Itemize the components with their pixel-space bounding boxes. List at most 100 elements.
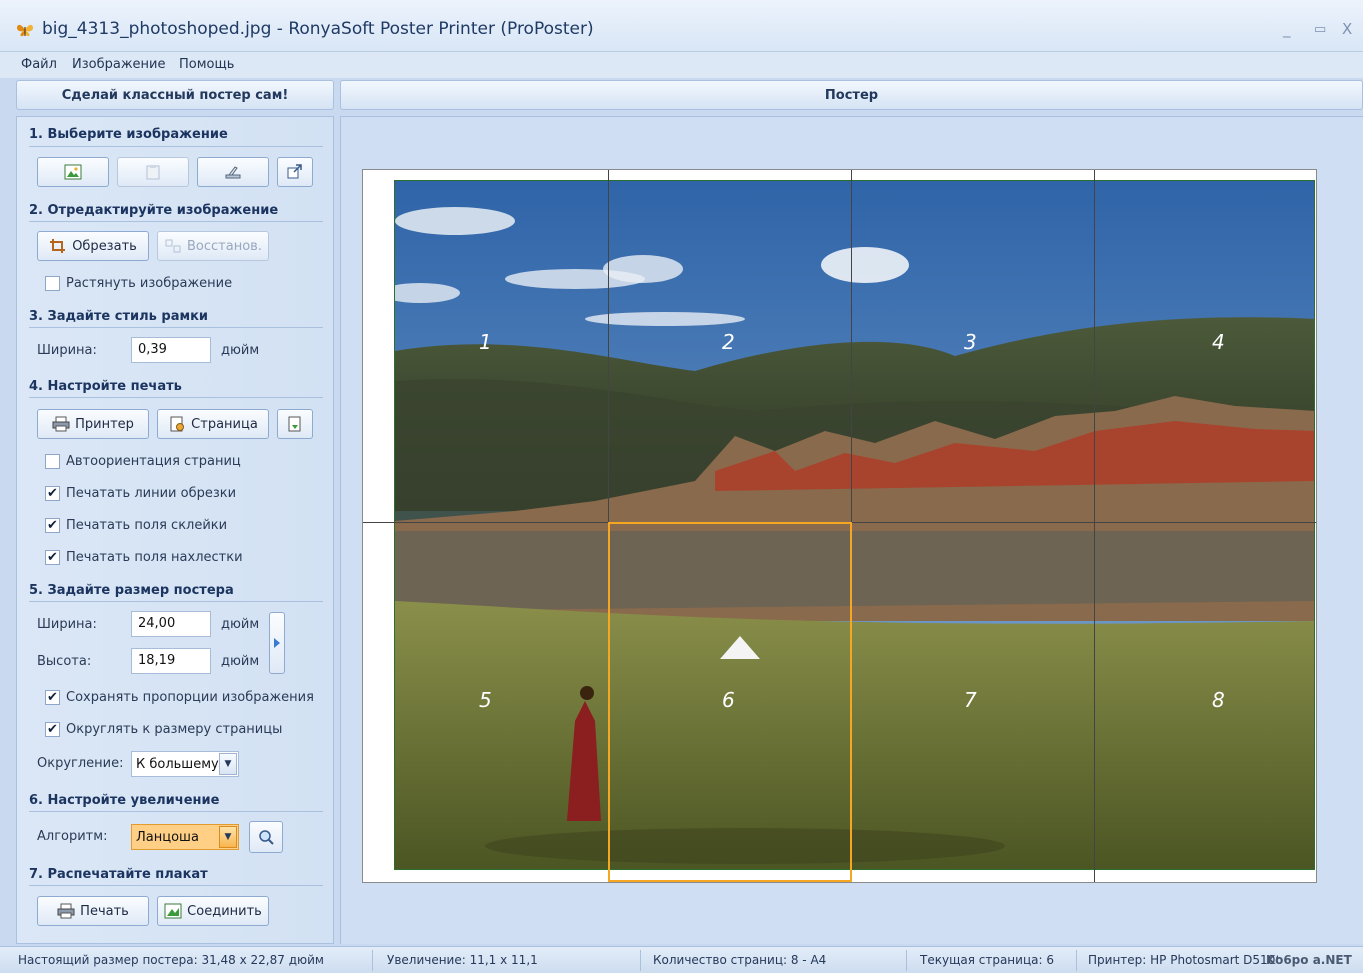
checkbox-box[interactable]: ✔ xyxy=(45,518,60,533)
status-zoom: Увеличение: 11,1 x 11,1 xyxy=(387,953,538,967)
menu-bar: Файл Изображение Помощь xyxy=(0,52,1363,78)
crop-button-label: Обрезать xyxy=(72,238,137,254)
status-page-count: Количество страниц: 8 - A4 xyxy=(653,953,827,967)
print-button[interactable]: Печать xyxy=(37,896,149,926)
divider xyxy=(1076,950,1077,971)
open-image-icon xyxy=(64,164,82,180)
print-cut-lines-checkbox[interactable]: ✔ Печатать линии обрезки xyxy=(45,486,236,501)
settings-panel: 1. Выберите изображение 2. Отредактируйт… xyxy=(16,116,334,944)
stretch-image-label: Растянуть изображение xyxy=(66,276,233,291)
menu-help[interactable]: Помощь xyxy=(179,57,234,72)
keep-proportions-checkbox[interactable]: ✔ Сохранять пропорции изображения xyxy=(45,690,314,705)
poster-width-label: Ширина: xyxy=(37,617,97,632)
divider xyxy=(640,950,641,971)
divider xyxy=(906,950,907,971)
title-bar: big_4313_photoshoped.jpg - RonyaSoft Pos… xyxy=(0,0,1363,52)
scan-image-button[interactable] xyxy=(197,157,269,187)
page-number: 3 xyxy=(964,330,977,354)
algorithm-select-value: Ланцоша xyxy=(136,829,199,845)
triangle-right-icon xyxy=(274,638,280,648)
algorithm-select[interactable]: Ланцоша ▼ xyxy=(131,824,239,850)
crop-icon xyxy=(50,239,66,253)
page-number: 4 xyxy=(1212,330,1225,354)
divider xyxy=(29,601,323,602)
paste-image-button[interactable] xyxy=(117,157,189,187)
print-glue-margins-checkbox[interactable]: ✔ Печатать поля склейки xyxy=(45,518,227,533)
page-number: 5 xyxy=(479,688,492,712)
selected-page-highlight[interactable] xyxy=(608,522,852,882)
page-number: 1 xyxy=(479,330,492,354)
print-button-label: Печать xyxy=(80,903,129,919)
poster-width-unit: дюйм xyxy=(221,617,260,632)
menu-image[interactable]: Изображение xyxy=(72,57,165,72)
zoom-preview-button[interactable] xyxy=(249,821,283,853)
checkbox-box[interactable]: ✔ xyxy=(45,486,60,501)
round-to-page-label: Округлять к размеру страницы xyxy=(66,722,283,737)
join-button[interactable]: Соединить xyxy=(157,896,269,926)
print-preview-button[interactable] xyxy=(277,409,313,439)
poster-height-input[interactable]: 18,19 xyxy=(131,648,211,674)
poster-width-input[interactable]: 24,00 xyxy=(131,611,211,637)
page-number: 7 xyxy=(964,688,977,712)
restore-button[interactable]: Восстанов. xyxy=(157,231,269,261)
divider xyxy=(29,397,323,398)
status-current-page: Текущая страница: 6 xyxy=(920,953,1054,967)
section-4-title: 4. Настройте печать xyxy=(29,379,182,394)
auto-orientation-label: Автоориентация страниц xyxy=(66,454,241,469)
print-overlap-margins-label: Печатать поля нахлестки xyxy=(66,550,243,565)
printer-icon xyxy=(52,416,70,432)
page-setup-button[interactable]: Страница xyxy=(157,409,269,439)
round-to-page-checkbox[interactable]: ✔ Округлять к размеру страницы xyxy=(45,722,282,737)
poster-height-label: Высота: xyxy=(37,654,92,669)
frame-width-unit: дюйм xyxy=(221,343,260,358)
join-button-label: Соединить xyxy=(187,903,262,919)
section-2-title: 2. Отредактируйте изображение xyxy=(29,203,279,218)
restore-button-label: Восстанов. xyxy=(187,238,262,254)
checkbox-box[interactable] xyxy=(45,454,60,469)
divider xyxy=(29,885,323,886)
algorithm-label: Алгоритм: xyxy=(37,829,108,844)
minimize-button[interactable]: _ xyxy=(1283,20,1291,38)
checkbox-box[interactable]: ✔ xyxy=(45,722,60,737)
butterfly-icon xyxy=(17,24,33,37)
stretch-image-checkbox[interactable]: Растянуть изображение xyxy=(45,276,232,291)
printer-button[interactable]: Принтер xyxy=(37,409,149,439)
print-overlap-margins-checkbox[interactable]: ✔ Печатать поля нахлестки xyxy=(45,550,243,565)
external-image-button[interactable] xyxy=(277,157,313,187)
divider xyxy=(29,811,323,812)
printer-button-label: Принтер xyxy=(75,416,134,432)
checkbox-box[interactable]: ✔ xyxy=(45,550,60,565)
page-export-icon xyxy=(288,416,301,432)
auto-orientation-checkbox[interactable]: Автоориентация страниц xyxy=(45,454,241,469)
section-7-title: 7. Распечатайте плакат xyxy=(29,867,208,882)
poster-image xyxy=(394,180,1315,870)
maximize-button[interactable]: ▭ xyxy=(1314,22,1326,37)
close-button[interactable]: X xyxy=(1342,20,1352,38)
frame-width-input[interactable]: 0,39 xyxy=(131,337,211,363)
page-setup-icon xyxy=(170,416,185,432)
cut-line-vertical xyxy=(1094,170,1095,882)
external-link-icon xyxy=(287,164,302,179)
link-proportions-button[interactable] xyxy=(269,612,285,674)
open-image-button[interactable] xyxy=(37,157,109,187)
section-3-title: 3. Задайте стиль рамки xyxy=(29,309,209,324)
page-number: 8 xyxy=(1212,688,1225,712)
chevron-down-icon[interactable]: ▼ xyxy=(219,826,237,848)
print-glue-margins-label: Печатать поля склейки xyxy=(66,518,228,533)
checkbox-box[interactable] xyxy=(45,276,60,291)
poster-preview-area: 1 2 3 4 5 6 7 8 xyxy=(340,116,1363,944)
status-printer: Принтер: HP Photosmart D5100 series xyxy=(1088,953,1278,967)
menu-file[interactable]: Файл xyxy=(21,57,57,72)
scanner-icon xyxy=(225,166,241,179)
status-bar: Настоящий размер постера: 31,48 x 22,87 … xyxy=(0,946,1363,973)
restore-icon xyxy=(165,239,181,253)
print-cut-lines-label: Печатать линии обрезки xyxy=(66,486,237,501)
keep-proportions-label: Сохранять пропорции изображения xyxy=(66,690,314,705)
left-panel-header: Сделай классный постер сам! xyxy=(16,80,334,110)
chevron-down-icon[interactable]: ▼ xyxy=(219,753,237,775)
rounding-select[interactable]: К большему ▼ xyxy=(131,751,239,777)
watermark: Ko6po a.NET xyxy=(1266,953,1352,967)
crop-button[interactable]: Обрезать xyxy=(37,231,149,261)
checkbox-box[interactable]: ✔ xyxy=(45,690,60,705)
magnifier-icon xyxy=(259,830,274,845)
